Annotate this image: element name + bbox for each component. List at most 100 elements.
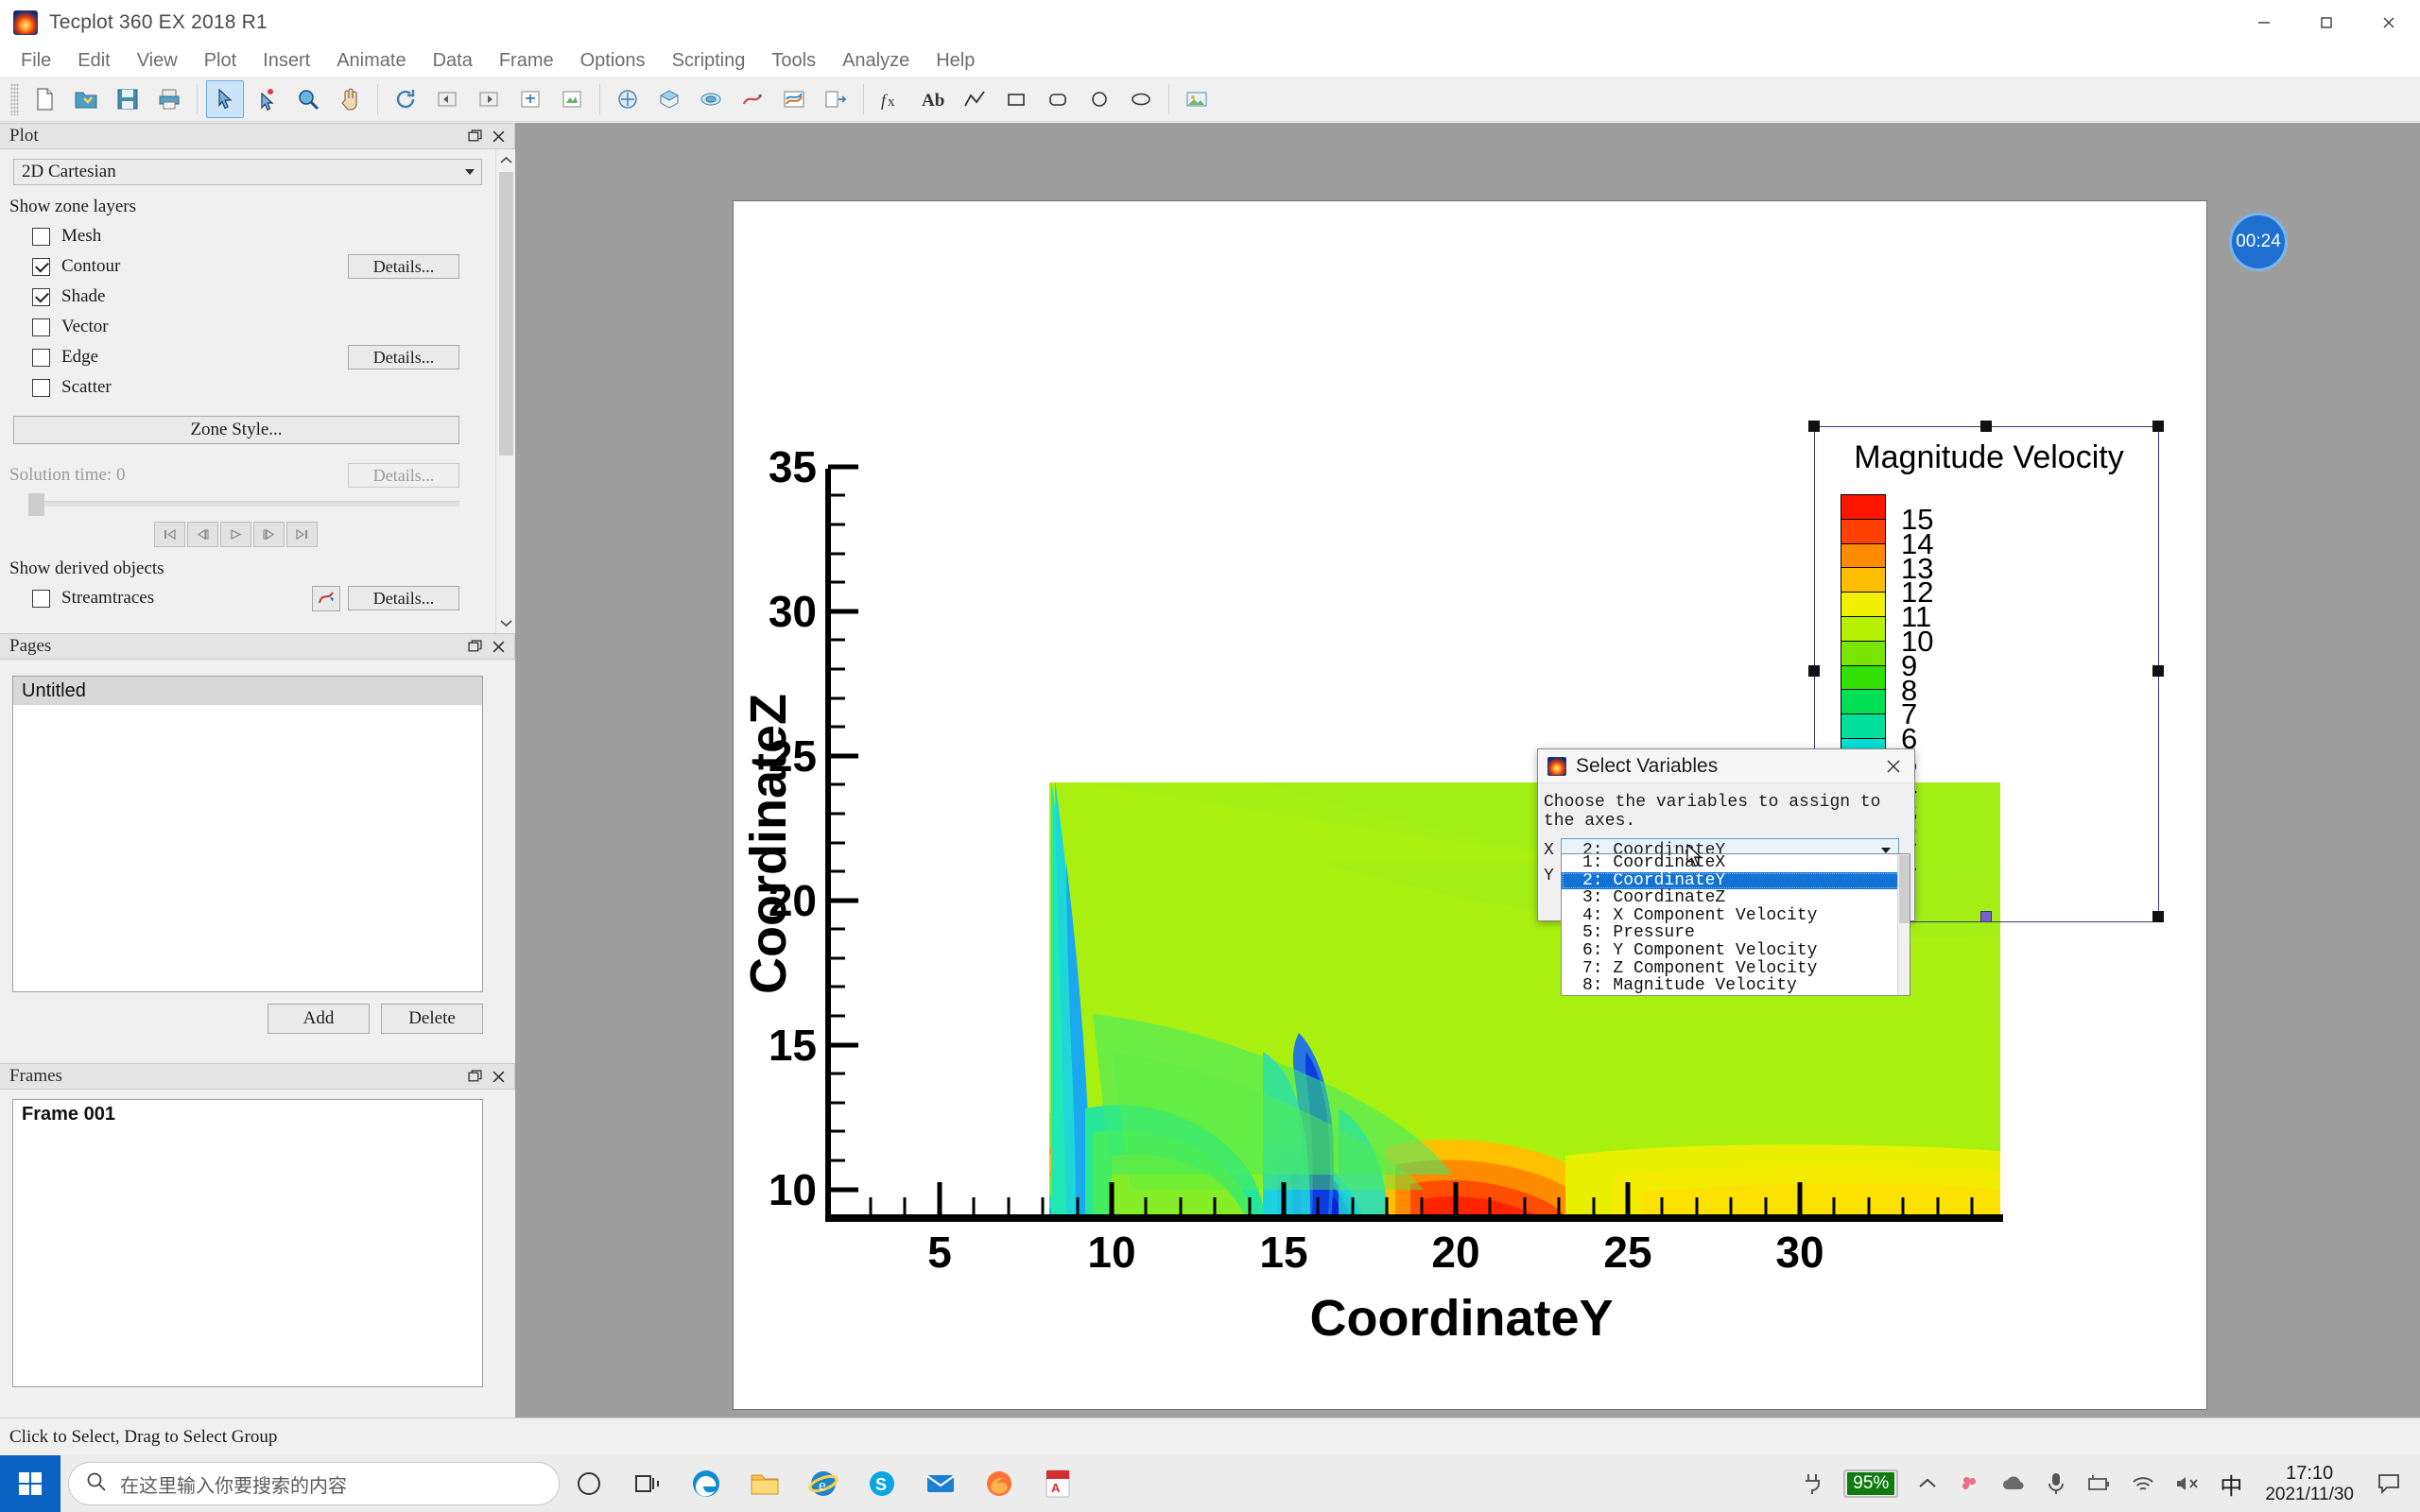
menu-animate[interactable]: Animate: [323, 47, 419, 75]
close-icon[interactable]: [492, 129, 506, 144]
ie-icon[interactable]: e: [794, 1455, 853, 1512]
close-icon[interactable]: [492, 1070, 506, 1084]
dropdown-option[interactable]: 3: CoordinateZ: [1562, 889, 1910, 907]
menu-help[interactable]: Help: [923, 47, 988, 75]
list-item[interactable]: Frame 001: [13, 1100, 482, 1128]
close-icon[interactable]: [2358, 0, 2420, 45]
resize-handle-bottom-center[interactable]: [1980, 911, 1992, 922]
rounded-rect-icon[interactable]: [1039, 80, 1077, 118]
skype-icon[interactable]: S: [853, 1455, 911, 1512]
menu-options[interactable]: Options: [567, 47, 659, 75]
resize-handle-bottom-right[interactable]: [2152, 911, 2164, 922]
zone-style-button[interactable]: Zone Style...: [13, 416, 459, 444]
list-item[interactable]: Untitled: [13, 677, 482, 705]
work-area[interactable]: 00:24 10 15 20 25 30 35 5 10 15 20 25 30…: [515, 123, 2420, 1418]
menu-tools[interactable]: Tools: [758, 47, 829, 75]
dropdown-option[interactable]: 2: CoordinateY: [1562, 871, 1910, 890]
minimize-icon[interactable]: [2233, 0, 2295, 45]
probe-icon[interactable]: [609, 80, 647, 118]
equation-fx-icon[interactable]: fx: [873, 80, 910, 118]
file-explorer-icon[interactable]: [735, 1455, 794, 1512]
notification-icon[interactable]: [2367, 1455, 2411, 1512]
streamtrace-icon[interactable]: [312, 585, 340, 611]
mesh-checkbox[interactable]: [32, 227, 50, 246]
square-icon[interactable]: [997, 80, 1035, 118]
adjust-point-icon[interactable]: [248, 80, 285, 118]
cortana-icon[interactable]: [560, 1455, 618, 1512]
ellipse-icon[interactable]: [1122, 80, 1160, 118]
menu-view[interactable]: View: [124, 47, 191, 75]
resize-handle-middle-right[interactable]: [2152, 665, 2164, 677]
power-plug-icon[interactable]: [1790, 1455, 1834, 1512]
close-icon[interactable]: [492, 640, 506, 654]
toolbar-grip[interactable]: [10, 82, 19, 115]
text-icon[interactable]: Ab: [914, 80, 952, 118]
resize-handle-top-right[interactable]: [2152, 421, 2164, 432]
extract-icon[interactable]: [817, 80, 855, 118]
vector-checkbox[interactable]: [32, 318, 50, 336]
maximize-icon[interactable]: [2295, 0, 2358, 45]
edge-icon[interactable]: [677, 1455, 735, 1512]
solution-time-slider[interactable]: [28, 493, 459, 516]
dropdown-option[interactable]: 6: Y Component Velocity: [1562, 942, 1910, 960]
taskbar-clock[interactable]: 17:10 2021/11/30: [2252, 1463, 2367, 1505]
chevron-up-icon[interactable]: [496, 149, 516, 170]
plot-canvas[interactable]: 10 15 20 25 30 35 5 10 15 20 25 30 Coord…: [734, 201, 2208, 1411]
pan-hand-icon[interactable]: [331, 80, 369, 118]
slider-handle[interactable]: [28, 493, 44, 516]
layer-row-edge[interactable]: Edge Details...: [0, 342, 495, 372]
layer-row-mesh[interactable]: Mesh: [0, 221, 495, 251]
play-button[interactable]: [219, 522, 251, 547]
contour-checkbox[interactable]: [32, 257, 50, 276]
chevron-up-icon[interactable]: [1908, 1455, 1947, 1512]
save-icon[interactable]: [109, 80, 147, 118]
frames-list[interactable]: Frame 001: [12, 1099, 483, 1387]
first-frame-button[interactable]: [153, 522, 185, 547]
edge-checkbox[interactable]: [32, 348, 50, 367]
pinwheel-icon[interactable]: [1947, 1455, 1991, 1512]
dropdown-option[interactable]: 5: Pressure: [1562, 924, 1910, 942]
undock-icon[interactable]: [468, 639, 482, 654]
streamtraces-row[interactable]: Streamtraces Details...: [0, 583, 495, 613]
redraw-icon[interactable]: [553, 80, 591, 118]
next-view-icon[interactable]: [470, 80, 508, 118]
shade-checkbox[interactable]: [32, 287, 50, 306]
circle-icon[interactable]: [1080, 80, 1118, 118]
dropdown-scrollbar[interactable]: [1897, 854, 1910, 995]
fit-view-icon[interactable]: [511, 80, 549, 118]
menu-scripting[interactable]: Scripting: [659, 47, 759, 75]
layer-row-contour[interactable]: Contour Details...: [0, 251, 495, 282]
prev-frame-button[interactable]: [186, 522, 218, 547]
task-view-icon[interactable]: [618, 1455, 677, 1512]
resize-handle-middle-left[interactable]: [1808, 665, 1820, 677]
open-folder-icon[interactable]: [67, 80, 105, 118]
close-icon[interactable]: [1873, 749, 1914, 783]
dropdown-option[interactable]: 4: X Component Velocity: [1562, 907, 1910, 925]
plot-panel-scrollbar[interactable]: [495, 149, 515, 633]
battery-status[interactable]: 95%: [1834, 1455, 1908, 1512]
volume-muted-icon[interactable]: [2165, 1455, 2210, 1512]
x-variable-dropdown[interactable]: 1: CoordinateX 2: CoordinateY 3: Coordin…: [1561, 853, 1910, 996]
resize-handle-top-center[interactable]: [1980, 421, 1992, 432]
menu-edit[interactable]: Edit: [64, 47, 123, 75]
iso-surface-icon[interactable]: [692, 80, 730, 118]
dropdown-option[interactable]: 8: Magnitude Velocity: [1562, 977, 1910, 995]
edge-details-button[interactable]: Details...: [348, 345, 459, 369]
zoom-magnifier-icon[interactable]: [289, 80, 327, 118]
select-arrow-icon[interactable]: [206, 79, 244, 118]
menu-analyze[interactable]: Analyze: [829, 47, 923, 75]
contour-details-button[interactable]: Details...: [348, 254, 459, 279]
taskbar-search-input[interactable]: 在这里输入你要搜索的内容: [68, 1462, 560, 1505]
add-page-button[interactable]: Add: [268, 1004, 370, 1034]
dropdown-option[interactable]: 1: CoordinateX: [1562, 854, 1910, 872]
slice-icon[interactable]: [650, 80, 688, 118]
plot-type-combo[interactable]: 2D Cartesian: [13, 159, 482, 185]
mail-icon[interactable]: [911, 1455, 970, 1512]
polyline-icon[interactable]: [956, 80, 994, 118]
scatter-checkbox[interactable]: [32, 378, 50, 397]
new-file-icon[interactable]: [26, 80, 63, 118]
resize-handle-top-left[interactable]: [1808, 421, 1820, 432]
usb-battery-icon[interactable]: [2076, 1455, 2121, 1512]
menu-plot[interactable]: Plot: [191, 47, 250, 75]
contour-icon[interactable]: [775, 80, 813, 118]
